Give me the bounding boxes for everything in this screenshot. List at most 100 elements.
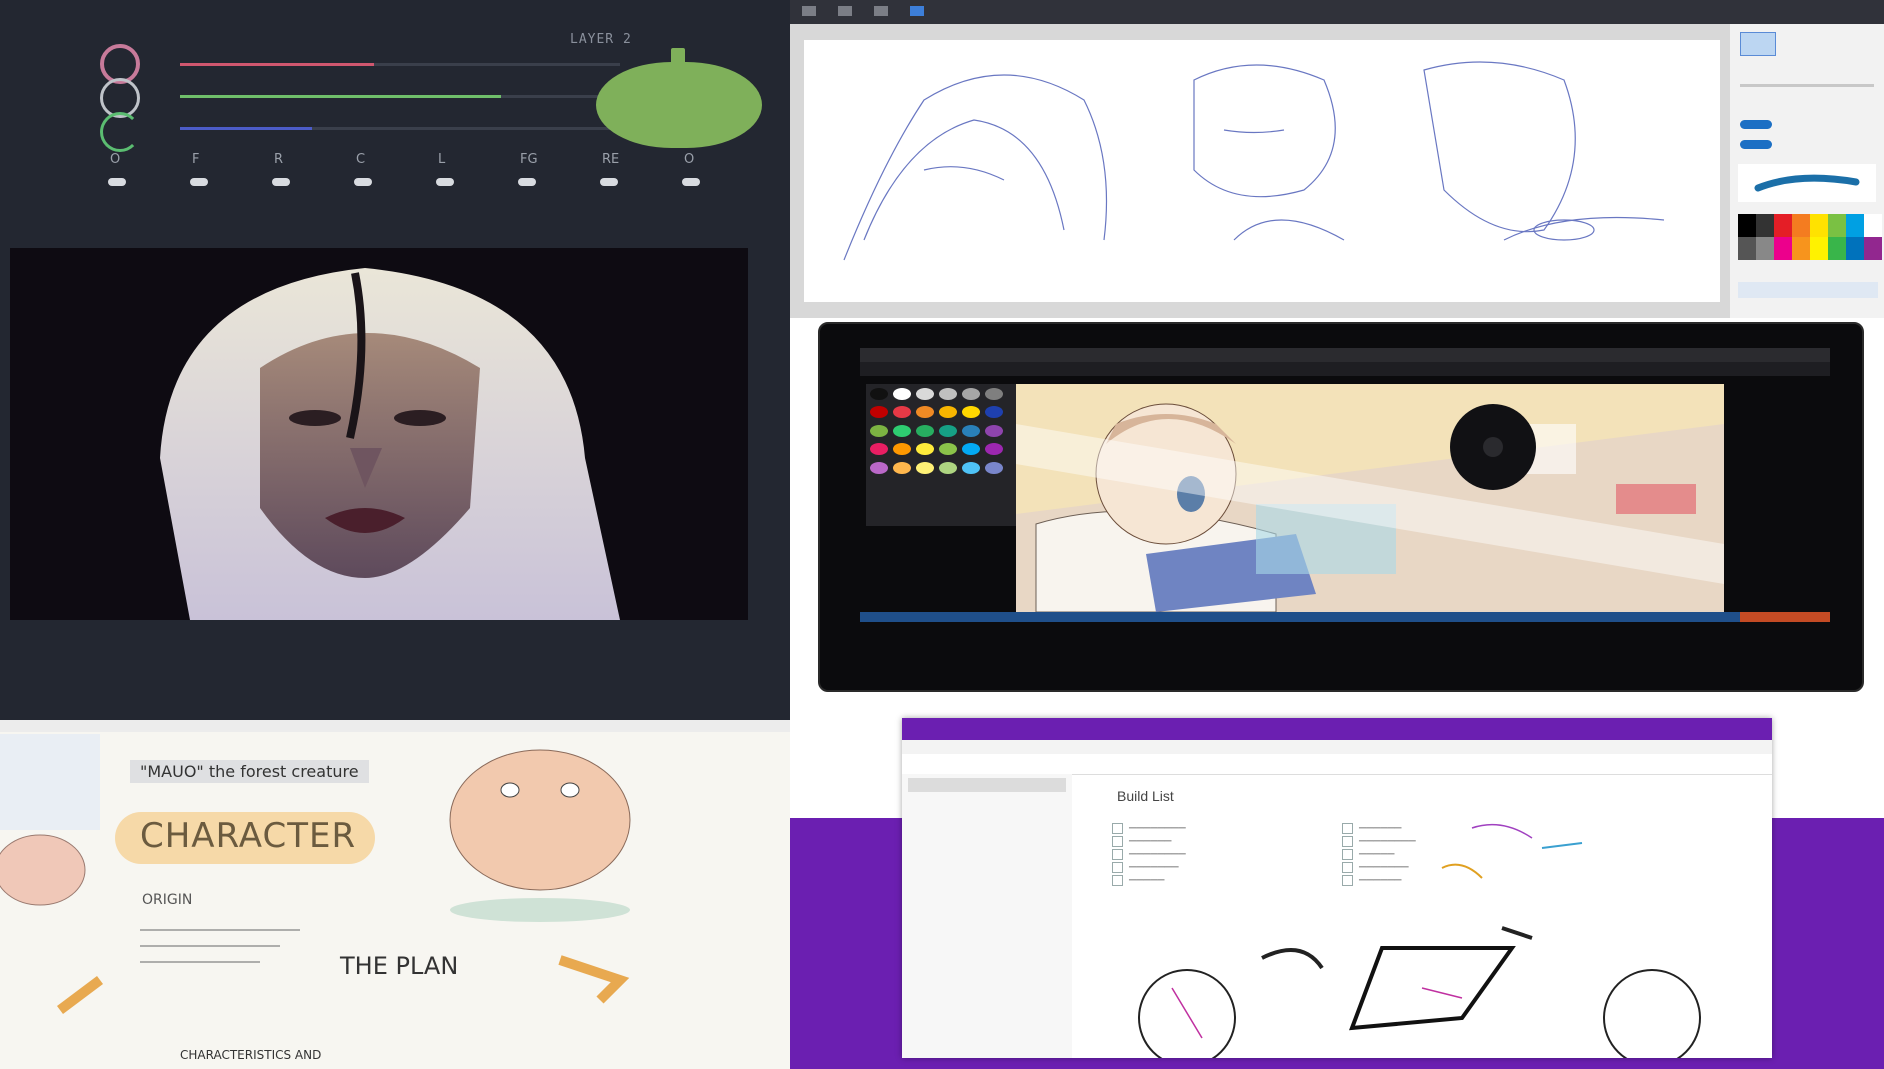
pen-icon[interactable]	[910, 6, 924, 16]
tool-letter-3[interactable]: C	[356, 152, 365, 167]
color-swatch-29[interactable]	[985, 461, 1003, 474]
palette-swatch-11[interactable]	[1792, 237, 1810, 260]
color-swatch-19[interactable]	[893, 443, 911, 456]
color-swatch-23[interactable]	[985, 443, 1003, 456]
color-swatch-26[interactable]	[916, 461, 934, 474]
tool-letter-4[interactable]: L	[438, 152, 445, 167]
tool-letter-1[interactable]: F	[192, 152, 199, 167]
anime-illustration	[1016, 384, 1724, 613]
blue-slider-fill	[180, 127, 312, 130]
color-swatch-20[interactable]	[916, 443, 934, 456]
onenote-window: Build List ──────── ────── ──────── ────…	[902, 718, 1772, 1058]
value-ring-icon[interactable]	[100, 112, 140, 152]
palette-swatch-10[interactable]	[1774, 237, 1792, 260]
tool-icon-3[interactable]	[354, 178, 372, 186]
color-swatch-11[interactable]	[985, 406, 1003, 419]
palette-swatch-2[interactable]	[1774, 214, 1792, 237]
color-swatch-0[interactable]	[870, 388, 888, 400]
app-toolbar	[860, 362, 1830, 376]
color-swatch-17[interactable]	[985, 424, 1003, 437]
brush-preview	[1738, 164, 1876, 202]
color-swatch-2[interactable]	[916, 388, 934, 400]
tool-buttons-row[interactable]	[1738, 282, 1878, 298]
color-swatch-28[interactable]	[962, 461, 980, 474]
current-color-swatch[interactable]	[596, 62, 762, 148]
color-swatch-16[interactable]	[962, 424, 980, 437]
palette-swatch-6[interactable]	[1846, 214, 1864, 237]
tool-icon-5[interactable]	[518, 178, 536, 186]
tool-icon-4[interactable]	[436, 178, 454, 186]
notes-app-panel: "MAUO" the forest creature CHARACTER ORI…	[0, 720, 790, 1069]
move-icon[interactable]	[874, 6, 888, 16]
color-swatch-1[interactable]	[893, 388, 911, 400]
sketch-side-panel	[1730, 24, 1884, 318]
portrait-painting	[160, 268, 620, 620]
brush-settings-panel	[866, 480, 1016, 526]
color-swatch-21[interactable]	[939, 443, 957, 456]
color-swatch-18[interactable]	[870, 443, 888, 456]
sketch-canvas[interactable]	[804, 40, 1720, 302]
palette-swatch-8[interactable]	[1738, 237, 1756, 260]
palette-swatch-0[interactable]	[1738, 214, 1756, 237]
tablet-app-panel	[790, 318, 1884, 698]
palette-swatch-3[interactable]	[1792, 214, 1810, 237]
sketch-toolbar	[790, 0, 1884, 24]
palette-swatch-7[interactable]	[1864, 214, 1882, 237]
status-accent	[1740, 612, 1830, 622]
color-picker-handle[interactable]	[671, 48, 685, 66]
radial-menu[interactable]	[1450, 404, 1536, 490]
palette-swatch-15[interactable]	[1864, 237, 1882, 260]
tool-icon-1[interactable]	[190, 178, 208, 186]
tool-icon-0[interactable]	[108, 178, 126, 186]
tool-letter-5[interactable]: FG	[520, 152, 538, 167]
color-swatch-7[interactable]	[893, 406, 911, 419]
tool-icon-6[interactable]	[600, 178, 618, 186]
tool-letter-7[interactable]: O	[684, 152, 694, 167]
color-swatch-8[interactable]	[916, 406, 934, 419]
brush-icon[interactable]	[838, 6, 852, 16]
canvas[interactable]	[10, 248, 748, 620]
color-swatch-22[interactable]	[962, 443, 980, 456]
color-swatch-15[interactable]	[939, 424, 957, 437]
tool-letter-2[interactable]: R	[274, 152, 283, 167]
green-slider-fill	[180, 95, 502, 98]
app-title-bar	[860, 348, 1830, 362]
toggle-switch-2[interactable]	[1740, 140, 1772, 149]
tool-letter-6[interactable]: RE	[602, 152, 619, 167]
color-swatch-3[interactable]	[939, 388, 957, 400]
tool-icon-7[interactable]	[682, 178, 700, 186]
menu-icon[interactable]	[802, 6, 816, 16]
palette-swatch-4[interactable]	[1810, 214, 1828, 237]
palette-swatch-14[interactable]	[1846, 237, 1864, 260]
color-swatch-12[interactable]	[870, 424, 888, 437]
palette-swatch-5[interactable]	[1828, 214, 1846, 237]
palette-swatch-9[interactable]	[1756, 237, 1774, 260]
size-slider[interactable]	[1740, 84, 1874, 87]
brush-tab-button[interactable]	[1740, 32, 1776, 56]
palette-swatch-12[interactable]	[1810, 237, 1828, 260]
palette-swatch-13[interactable]	[1828, 237, 1846, 260]
color-swatch-4[interactable]	[962, 388, 980, 400]
tool-icon-2[interactable]	[272, 178, 290, 186]
color-swatch-9[interactable]	[939, 406, 957, 419]
color-swatch-24[interactable]	[870, 461, 888, 474]
color-swatch-6[interactable]	[870, 406, 888, 419]
color-swatch-25[interactable]	[893, 461, 911, 474]
radial-menu-center[interactable]	[1483, 437, 1503, 457]
color-swatch-27[interactable]	[939, 461, 957, 474]
red-slider-fill	[180, 63, 374, 66]
toggle-switch-1[interactable]	[1740, 120, 1772, 129]
color-palette	[1738, 214, 1882, 260]
drawing-canvas[interactable]	[1016, 384, 1724, 613]
palette-swatch-1[interactable]	[1756, 214, 1774, 237]
paint-app-panel: LAYER 2 O F R C L FG RE O	[0, 0, 790, 720]
color-picker-panel	[866, 384, 1016, 480]
color-swatch-14[interactable]	[916, 424, 934, 437]
color-swatch-13[interactable]	[893, 424, 911, 437]
color-swatch-10[interactable]	[962, 406, 980, 419]
color-swatch-5[interactable]	[985, 388, 1003, 400]
layer-label: LAYER 2	[570, 32, 632, 47]
status-bar	[860, 612, 1830, 622]
bike-sketch	[1138, 823, 1701, 1058]
tool-letter-0[interactable]: O	[110, 152, 120, 167]
